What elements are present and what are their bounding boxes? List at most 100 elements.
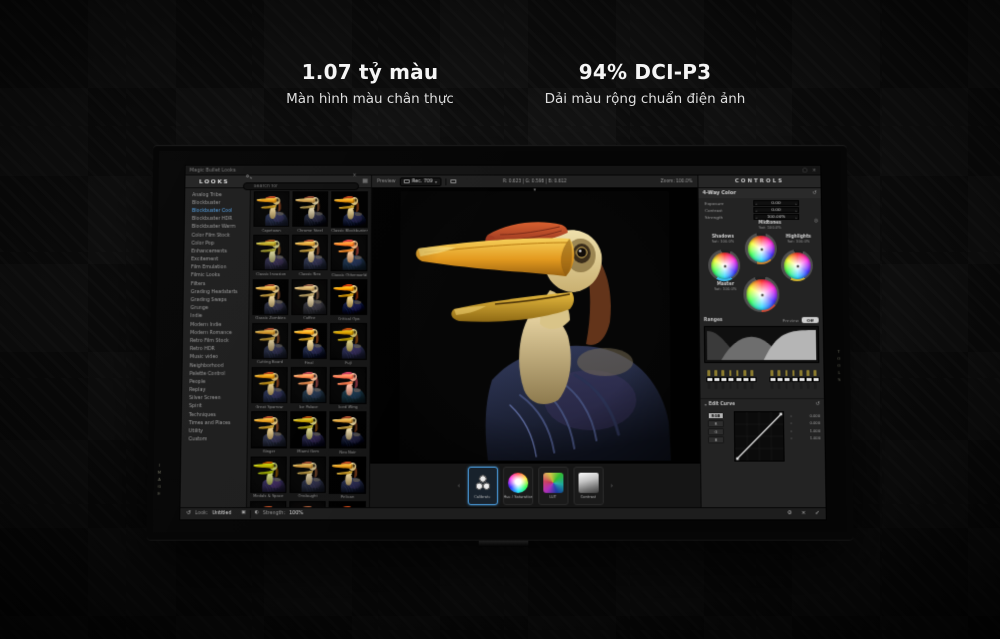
range-slider[interactable] — [707, 370, 710, 389]
range-slider[interactable] — [778, 370, 781, 389]
looks-category-item[interactable]: Filmic Looks — [184, 272, 249, 280]
curve-expander-icon[interactable]: ▾ — [705, 402, 707, 407]
shadows-wheel[interactable] — [708, 249, 740, 281]
range-slider[interactable] — [792, 370, 795, 389]
range-slider[interactable] — [807, 370, 810, 389]
search-input[interactable] — [243, 182, 360, 190]
looks-category-item[interactable]: Silver Screen — [182, 395, 247, 403]
look-preset[interactable]: Coffee — [291, 279, 327, 321]
look-preset[interactable]: Classic Neo — [292, 235, 328, 277]
highlights-wheel[interactable] — [781, 249, 813, 281]
look-preset[interactable]: Ginger — [251, 412, 288, 455]
range-slider[interactable] — [722, 370, 725, 389]
look-preset[interactable]: Critical Ops — [330, 279, 367, 321]
looks-category-item[interactable]: Indie — [183, 313, 248, 321]
range-slider[interactable] — [771, 370, 774, 389]
looks-category-item[interactable]: Replay — [182, 387, 247, 395]
curve-reset-icon[interactable]: ↺ — [816, 401, 820, 407]
look-preset[interactable]: Capetown — [253, 191, 289, 233]
tools-drawer-handle[interactable]: TOOLS — [836, 349, 842, 384]
range-slider[interactable] — [814, 370, 817, 389]
look-preset[interactable]: Great Sparrow — [251, 367, 288, 409]
look-preset[interactable]: Cutting Board — [252, 323, 289, 365]
look-preset[interactable]: Neo Noir — [329, 412, 366, 455]
curve-channel-button[interactable]: G — [708, 428, 724, 435]
tool-chip[interactable]: Contrast — [573, 466, 603, 504]
maximize-icon[interactable]: ▢ — [802, 167, 807, 173]
look-preset[interactable]: Chrome Steel — [292, 191, 328, 233]
tool-chip[interactable]: Calibrate — [467, 466, 497, 504]
look-preset[interactable]: Classic Zombies — [252, 279, 288, 321]
cancel-icon[interactable]: × — [801, 511, 806, 517]
looks-category-item[interactable]: Enhancements — [184, 248, 249, 256]
ranges-toggle[interactable]: Off — [802, 317, 819, 323]
curve-channel-button[interactable]: R — [708, 420, 724, 427]
looks-category-item[interactable]: Blockbuster HDR — [185, 215, 250, 223]
look-preset[interactable]: Final — [291, 323, 328, 365]
master-wheel[interactable] — [743, 276, 779, 312]
looks-category-item[interactable]: Color Film Stock — [185, 232, 250, 240]
look-preset[interactable]: Medals & Space — [250, 456, 287, 499]
looks-category-item[interactable]: Palette Control — [182, 370, 247, 378]
tool-chip[interactable]: Hue / Saturation — [503, 466, 533, 504]
curve-channel-button[interactable]: B — [708, 436, 724, 443]
looks-category-item[interactable]: Utility — [182, 428, 247, 436]
range-slider[interactable] — [743, 370, 746, 389]
looks-category-item[interactable]: Color Pop — [184, 240, 249, 248]
undo-icon[interactable]: ↺ — [186, 511, 191, 517]
wheel-mode-icon[interactable]: ◎ — [814, 218, 818, 224]
grid-view-icon[interactable]: ▦ — [362, 178, 368, 184]
range-slider[interactable] — [714, 370, 717, 389]
curve-channel-button[interactable]: RGB — [708, 412, 724, 419]
looks-category-item[interactable]: Grading Swaps — [184, 297, 249, 305]
looks-category-item[interactable]: Filters — [184, 280, 249, 288]
range-slider[interactable] — [799, 370, 802, 389]
confirm-icon[interactable]: ✓ — [815, 511, 820, 517]
look-preset[interactable]: Classic Blockbuster — [331, 191, 368, 233]
looks-category-item[interactable]: Times and Places — [182, 419, 247, 427]
looks-category-item[interactable]: Neighborhood — [183, 362, 248, 370]
looks-category-item[interactable]: Music video — [183, 354, 248, 362]
output-display-icon[interactable] — [450, 179, 456, 183]
range-slider[interactable] — [736, 370, 739, 389]
look-preset[interactable]: Iced Wing — [330, 367, 367, 409]
param-value-field[interactable]: 0.00 — [753, 207, 799, 212]
range-slider[interactable] — [750, 370, 753, 389]
looks-category-item[interactable]: Modern Indie — [183, 321, 248, 329]
curve-editor[interactable] — [734, 411, 785, 461]
scroll-left-icon[interactable]: ‹ — [455, 481, 462, 489]
look-preset[interactable]: Miami Gem — [290, 412, 327, 455]
looks-category-item[interactable]: Modern Romance — [183, 329, 248, 337]
looks-category-item[interactable]: Analog Tribe — [185, 191, 250, 199]
looks-category-item[interactable]: Blockbuster Cool — [185, 207, 250, 215]
reset-icon[interactable]: ↺ — [812, 190, 816, 196]
range-slider[interactable] — [785, 370, 788, 389]
look-preset[interactable]: Onslaught — [289, 456, 326, 499]
param-value-field[interactable]: 100.00% — [753, 214, 799, 219]
looks-category-item[interactable]: Film Emulation — [184, 264, 249, 272]
look-preset[interactable]: Classic Invasion — [253, 235, 289, 277]
scroll-right-icon[interactable]: › — [608, 481, 615, 489]
settings-gear-icon[interactable]: ⚙ — [787, 511, 792, 517]
clear-search-icon[interactable]: × — [353, 173, 357, 178]
looks-category-item[interactable]: Blockbuster — [185, 199, 250, 207]
close-icon[interactable]: × — [812, 167, 816, 173]
looks-category-item[interactable]: Blockbuster Warm — [185, 224, 250, 232]
look-preset[interactable]: Classic Otherworld — [331, 235, 368, 277]
midtones-wheel[interactable] — [745, 233, 777, 265]
looks-category-item[interactable]: Grunge — [183, 305, 248, 313]
param-value-field[interactable]: 0.00 — [753, 200, 799, 205]
looks-category-item[interactable]: Techniques — [182, 411, 247, 419]
image-drawer-handle[interactable]: IMAGE — [156, 463, 162, 498]
looks-category-item[interactable]: Retro HDR — [183, 346, 248, 354]
look-preset[interactable]: Pelican — [329, 456, 366, 499]
looks-category-item[interactable]: Retro Film Stock — [183, 337, 248, 345]
colorspace-dropdown[interactable]: Rec. 709 ▾ — [399, 177, 441, 186]
looks-category-item[interactable]: Spirit — [182, 403, 247, 411]
scopes-drawer-handle[interactable]: ▾ — [533, 187, 536, 193]
looks-category-item[interactable]: Custom — [181, 436, 246, 444]
look-preset[interactable]: Ice Palace — [290, 367, 327, 409]
looks-category-item[interactable]: Excitement — [184, 256, 249, 264]
tool-chip[interactable]: LUT — [538, 466, 568, 504]
range-slider[interactable] — [729, 370, 732, 389]
